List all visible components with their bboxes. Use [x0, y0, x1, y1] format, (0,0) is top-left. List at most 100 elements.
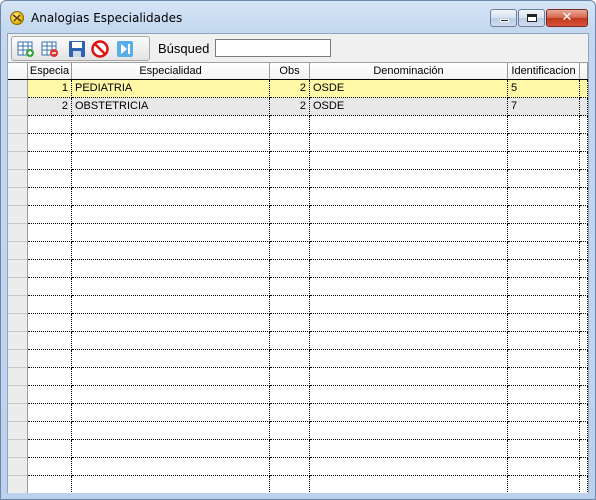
- cell-identificacion[interactable]: [508, 170, 580, 188]
- cancel-button[interactable]: [91, 40, 109, 58]
- empty-table-row[interactable]: [8, 206, 588, 224]
- cell-denominacion[interactable]: [310, 206, 508, 224]
- cell-denominacion[interactable]: [310, 296, 508, 314]
- row-indicator[interactable]: [8, 188, 28, 206]
- data-grid[interactable]: Especia Especialidad Obs Denominación Id…: [8, 62, 588, 493]
- cell-denominacion[interactable]: [310, 170, 508, 188]
- cell-especia[interactable]: [28, 386, 72, 404]
- cell-especialidad[interactable]: [72, 386, 270, 404]
- cell-especialidad[interactable]: [72, 116, 270, 134]
- cell-obs[interactable]: [270, 440, 310, 458]
- cell-identificacion[interactable]: [508, 476, 580, 493]
- cell-obs[interactable]: [270, 350, 310, 368]
- cell-identificacion[interactable]: [508, 440, 580, 458]
- row-indicator[interactable]: [8, 440, 28, 458]
- cell-especialidad[interactable]: [72, 314, 270, 332]
- cell-obs[interactable]: [270, 188, 310, 206]
- cell-especia[interactable]: [28, 116, 72, 134]
- cell-obs[interactable]: [270, 152, 310, 170]
- cell-especialidad[interactable]: PEDIATRIA: [72, 80, 270, 98]
- row-indicator[interactable]: [8, 314, 28, 332]
- cell-identificacion[interactable]: [508, 458, 580, 476]
- cell-especia[interactable]: [28, 296, 72, 314]
- cell-obs[interactable]: [270, 386, 310, 404]
- empty-table-row[interactable]: [8, 296, 588, 314]
- cell-especialidad[interactable]: [72, 296, 270, 314]
- cell-especialidad[interactable]: [72, 206, 270, 224]
- row-indicator[interactable]: [8, 476, 28, 493]
- cell-denominacion[interactable]: [310, 332, 508, 350]
- empty-table-row[interactable]: [8, 386, 588, 404]
- minimize-button[interactable]: [490, 9, 517, 27]
- cell-especialidad[interactable]: [72, 440, 270, 458]
- empty-table-row[interactable]: [8, 476, 588, 493]
- table-row[interactable]: 1 PEDIATRIA 2 OSDE 5: [8, 79, 588, 99]
- cell-especialidad[interactable]: [72, 242, 270, 260]
- add-record-button[interactable]: [17, 40, 35, 58]
- column-header-obs[interactable]: Obs: [270, 63, 310, 80]
- cell-especialidad[interactable]: [72, 350, 270, 368]
- empty-table-row[interactable]: [8, 242, 588, 260]
- row-indicator[interactable]: [8, 116, 28, 134]
- cell-obs[interactable]: [270, 206, 310, 224]
- empty-table-row[interactable]: [8, 170, 588, 188]
- cell-especia[interactable]: [28, 350, 72, 368]
- row-indicator[interactable]: [8, 224, 28, 242]
- cell-obs[interactable]: [270, 278, 310, 296]
- row-indicator[interactable]: [8, 80, 28, 98]
- empty-table-row[interactable]: [8, 278, 588, 296]
- cell-denominacion[interactable]: OSDE: [310, 80, 508, 98]
- cell-especia[interactable]: 1: [28, 80, 72, 98]
- cell-denominacion[interactable]: [310, 116, 508, 134]
- cell-especia[interactable]: [28, 278, 72, 296]
- cell-identificacion[interactable]: [508, 242, 580, 260]
- cell-especialidad[interactable]: [72, 152, 270, 170]
- cell-especia[interactable]: [28, 134, 72, 152]
- empty-table-row[interactable]: [8, 422, 588, 440]
- row-indicator[interactable]: [8, 152, 28, 170]
- cell-denominacion[interactable]: [310, 314, 508, 332]
- cell-especia[interactable]: [28, 314, 72, 332]
- row-indicator[interactable]: [8, 350, 28, 368]
- cell-obs[interactable]: [270, 422, 310, 440]
- search-input[interactable]: [215, 39, 331, 57]
- empty-table-row[interactable]: [8, 260, 588, 278]
- cell-denominacion[interactable]: OSDE: [310, 98, 508, 116]
- cell-denominacion[interactable]: [310, 242, 508, 260]
- cell-obs[interactable]: [270, 260, 310, 278]
- empty-table-row[interactable]: [8, 134, 588, 152]
- cell-identificacion[interactable]: [508, 404, 580, 422]
- row-indicator[interactable]: [8, 206, 28, 224]
- cell-denominacion[interactable]: [310, 350, 508, 368]
- cell-especia[interactable]: [28, 260, 72, 278]
- cell-identificacion[interactable]: [508, 296, 580, 314]
- cell-identificacion[interactable]: 7: [508, 98, 580, 116]
- column-header-especia[interactable]: Especia: [28, 63, 72, 80]
- cell-denominacion[interactable]: [310, 224, 508, 242]
- cell-obs[interactable]: [270, 368, 310, 386]
- row-indicator[interactable]: [8, 404, 28, 422]
- cell-denominacion[interactable]: [310, 188, 508, 206]
- save-button[interactable]: [68, 40, 86, 58]
- cell-identificacion[interactable]: 5: [508, 80, 580, 98]
- cell-identificacion[interactable]: [508, 224, 580, 242]
- cell-identificacion[interactable]: [508, 116, 580, 134]
- cell-identificacion[interactable]: [508, 134, 580, 152]
- cell-especialidad[interactable]: [72, 368, 270, 386]
- empty-table-row[interactable]: [8, 188, 588, 206]
- empty-table-row[interactable]: [8, 332, 588, 350]
- cell-identificacion[interactable]: [508, 386, 580, 404]
- cell-denominacion[interactable]: [310, 422, 508, 440]
- close-button[interactable]: ✕: [546, 9, 588, 27]
- cell-identificacion[interactable]: [508, 152, 580, 170]
- row-indicator[interactable]: [8, 98, 28, 116]
- cell-especialidad[interactable]: [72, 404, 270, 422]
- cell-denominacion[interactable]: [310, 368, 508, 386]
- delete-record-button[interactable]: [41, 40, 59, 58]
- cell-especialidad[interactable]: [72, 224, 270, 242]
- cell-especialidad[interactable]: [72, 134, 270, 152]
- empty-table-row[interactable]: [8, 116, 588, 134]
- cell-especialidad[interactable]: [72, 278, 270, 296]
- cell-especia[interactable]: [28, 224, 72, 242]
- row-indicator[interactable]: [8, 386, 28, 404]
